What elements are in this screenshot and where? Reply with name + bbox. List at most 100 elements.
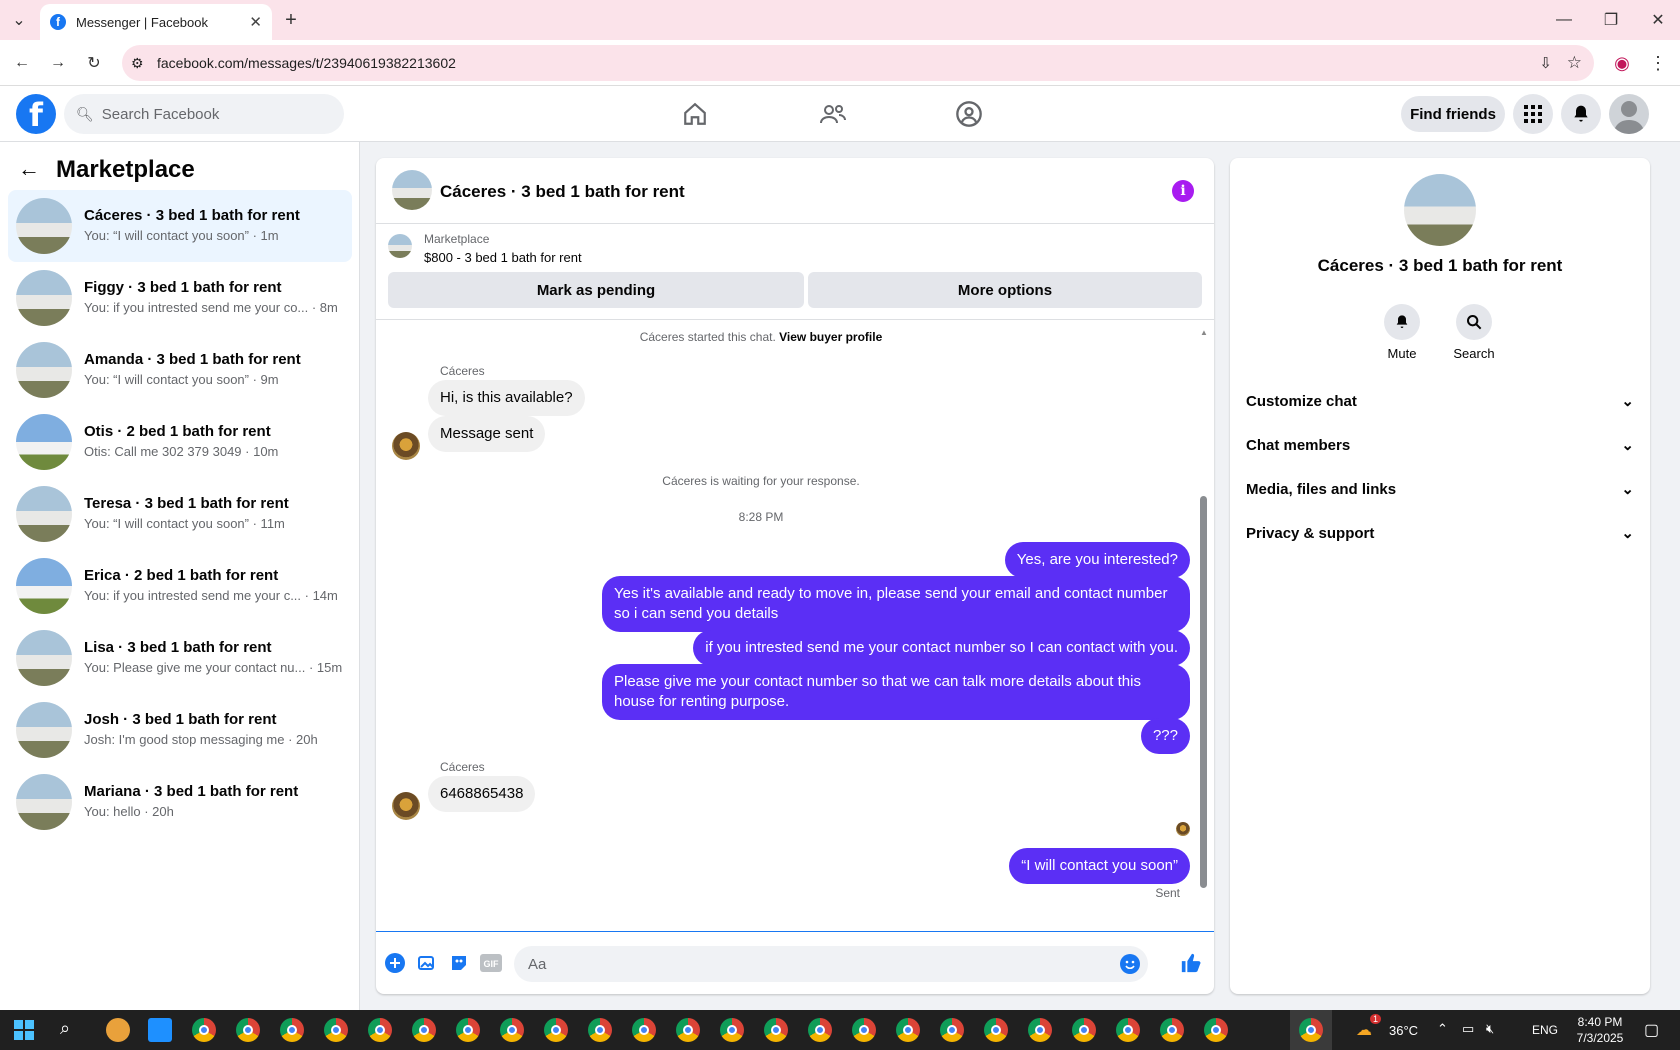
conversation-item[interactable]: Teresa · 3 bed 1 bath for rent You: “I wi… <box>8 478 352 550</box>
chrome-icon[interactable] <box>280 1018 304 1042</box>
find-friends-button[interactable]: Find friends <box>1401 96 1505 132</box>
weather-temp[interactable]: 36°C <box>1389 1023 1418 1038</box>
privacy-support-section[interactable]: Privacy & support ⌄ <box>1246 524 1634 543</box>
chrome-icon[interactable] <box>192 1018 216 1042</box>
conversation-item[interactable]: Lisa · 3 bed 1 bath for rent You: Please … <box>8 622 352 694</box>
conversation-item[interactable]: Erica · 2 bed 1 bath for rent You: if you… <box>8 550 352 622</box>
chrome-icon[interactable] <box>368 1018 392 1042</box>
more-options-button[interactable]: More options <box>808 272 1202 308</box>
paint-app-icon[interactable] <box>106 1018 130 1042</box>
reload-icon[interactable]: ↻ <box>79 48 109 78</box>
search-facebook-input[interactable]: 🔍︎ Search Facebook <box>64 94 344 134</box>
chrome-icon[interactable] <box>588 1018 612 1042</box>
friends-icon[interactable] <box>815 96 851 132</box>
groups-icon[interactable] <box>951 96 987 132</box>
chrome-icon[interactable] <box>764 1018 788 1042</box>
chrome-icon[interactable] <box>412 1018 436 1042</box>
mark-as-pending-button[interactable]: Mark as pending <box>388 272 804 308</box>
chrome-icon[interactable] <box>676 1018 700 1042</box>
install-icon[interactable]: ⇩ <box>1539 54 1552 72</box>
chrome-icon[interactable] <box>1160 1018 1184 1042</box>
chrome-icon[interactable] <box>896 1018 920 1042</box>
close-window-icon[interactable]: ✕ <box>1643 5 1673 35</box>
message-input[interactable]: Aa <box>514 946 1148 982</box>
sticker-icon[interactable] <box>448 952 470 974</box>
minimize-icon[interactable]: — <box>1549 5 1579 35</box>
panel-avatar[interactable] <box>1404 174 1476 246</box>
sender-avatar[interactable] <box>392 432 420 460</box>
media-files-links-section[interactable]: Media, files and links ⌄ <box>1246 480 1634 499</box>
like-thumbs-up-icon[interactable] <box>1180 952 1202 974</box>
chrome-icon[interactable] <box>940 1018 964 1042</box>
chat-avatar[interactable] <box>392 170 432 210</box>
outgoing-message[interactable]: Yes, are you interested? <box>1004 542 1190 578</box>
close-tab-icon[interactable]: ✕ <box>249 13 262 31</box>
listing-description[interactable]: $800 - 3 bed 1 bath for rent <box>424 250 582 265</box>
emoji-icon[interactable] <box>1120 954 1140 978</box>
incoming-message[interactable]: 6468865438 <box>428 776 536 812</box>
notification-center-icon[interactable]: ▢ <box>1644 1020 1659 1040</box>
sender-avatar[interactable] <box>392 792 420 820</box>
volume-muted-icon[interactable]: 🔇︎ <box>1486 1021 1494 1037</box>
site-info-icon[interactable]: ⚙ <box>131 55 144 72</box>
conversation-item[interactable]: Otis · 2 bed 1 bath for rent Otis: Call m… <box>8 406 352 478</box>
mute-button[interactable]: Mute <box>1372 304 1432 361</box>
url-field[interactable]: ⚙ facebook.com/messages/t/23940619382213… <box>122 45 1594 81</box>
outgoing-message[interactable]: “I will contact you soon” <box>1009 848 1190 884</box>
outgoing-message[interactable]: if you intrested send me your contact nu… <box>693 630 1190 666</box>
facebook-logo[interactable]: f <box>16 94 56 134</box>
search-in-chat-button[interactable]: Search <box>1444 304 1504 361</box>
chrome-icon[interactable] <box>1204 1018 1228 1042</box>
chrome-icon[interactable] <box>1116 1018 1140 1042</box>
network-icon[interactable]: ▭ <box>1462 1021 1474 1037</box>
windows-start-icon[interactable] <box>14 1020 34 1040</box>
view-buyer-profile-link[interactable]: View buyer profile <box>779 330 882 344</box>
message-scrollbar[interactable]: ▲ <box>1199 328 1208 888</box>
scrollbar-thumb[interactable] <box>1200 496 1207 888</box>
more-actions-plus-icon[interactable] <box>384 952 406 974</box>
gif-icon[interactable]: GIF <box>480 952 502 974</box>
info-icon[interactable]: i <box>1172 180 1194 202</box>
chrome-icon[interactable] <box>544 1018 568 1042</box>
menu-kebab-icon[interactable]: ⋮ <box>1643 48 1673 78</box>
back-arrow-icon[interactable]: ← <box>18 156 40 182</box>
chrome-icon[interactable] <box>500 1018 524 1042</box>
home-icon[interactable] <box>677 96 713 132</box>
restore-icon[interactable]: ❐ <box>1596 5 1626 35</box>
chat-title[interactable]: Cáceres · 3 bed 1 bath for rent <box>440 182 685 202</box>
conversation-item[interactable]: Mariana · 3 bed 1 bath for rent You: hell… <box>8 766 352 838</box>
forward-icon[interactable]: → <box>43 48 73 78</box>
account-avatar[interactable] <box>1609 94 1649 134</box>
chat-members-section[interactable]: Chat members ⌄ <box>1246 436 1634 455</box>
chrome-icon[interactable] <box>456 1018 480 1042</box>
chrome-icon[interactable] <box>720 1018 744 1042</box>
notifications-bell-icon[interactable] <box>1561 94 1601 134</box>
app-icon[interactable] <box>148 1018 172 1042</box>
outgoing-message[interactable]: Yes it's available and ready to move in,… <box>602 576 1190 632</box>
menu-grid-icon[interactable] <box>1513 94 1553 134</box>
browser-tab[interactable]: f Messenger | Facebook ✕ <box>40 4 272 40</box>
chrome-icon[interactable] <box>984 1018 1008 1042</box>
weather-icon[interactable]: ☁ <box>1356 1020 1372 1040</box>
chrome-icon[interactable] <box>632 1018 656 1042</box>
incoming-message[interactable]: Hi, is this available? <box>428 380 585 416</box>
chrome-icon[interactable] <box>236 1018 260 1042</box>
profile-icon[interactable]: ◉ <box>1607 48 1637 78</box>
conversation-item[interactable]: Figgy · 3 bed 1 bath for rent You: if you… <box>8 262 352 334</box>
new-tab-icon[interactable]: + <box>276 5 306 35</box>
incoming-message[interactable]: Message sent <box>428 416 546 452</box>
language-indicator[interactable]: ENG <box>1532 1023 1558 1037</box>
chrome-icon[interactable] <box>1028 1018 1052 1042</box>
chrome-icon[interactable] <box>852 1018 876 1042</box>
chrome-active-icon[interactable] <box>1299 1018 1323 1042</box>
customize-chat-section[interactable]: Customize chat ⌄ <box>1246 392 1634 411</box>
back-icon[interactable]: ← <box>7 48 37 78</box>
bookmark-star-icon[interactable]: ☆ <box>1567 53 1582 73</box>
conversation-item[interactable]: Cáceres · 3 bed 1 bath for rent You: “I w… <box>8 190 352 262</box>
search-icon[interactable]: ⌕ <box>60 1018 70 1039</box>
conversation-item[interactable]: Josh · 3 bed 1 bath for rent Josh: I'm go… <box>8 694 352 766</box>
tab-list-icon[interactable]: ⌄ <box>4 5 34 35</box>
chrome-icon[interactable] <box>324 1018 348 1042</box>
chevron-up-icon[interactable]: ⌃ <box>1437 1021 1448 1037</box>
clock[interactable]: 8:40 PM 7/3/2025 <box>1572 1014 1628 1046</box>
